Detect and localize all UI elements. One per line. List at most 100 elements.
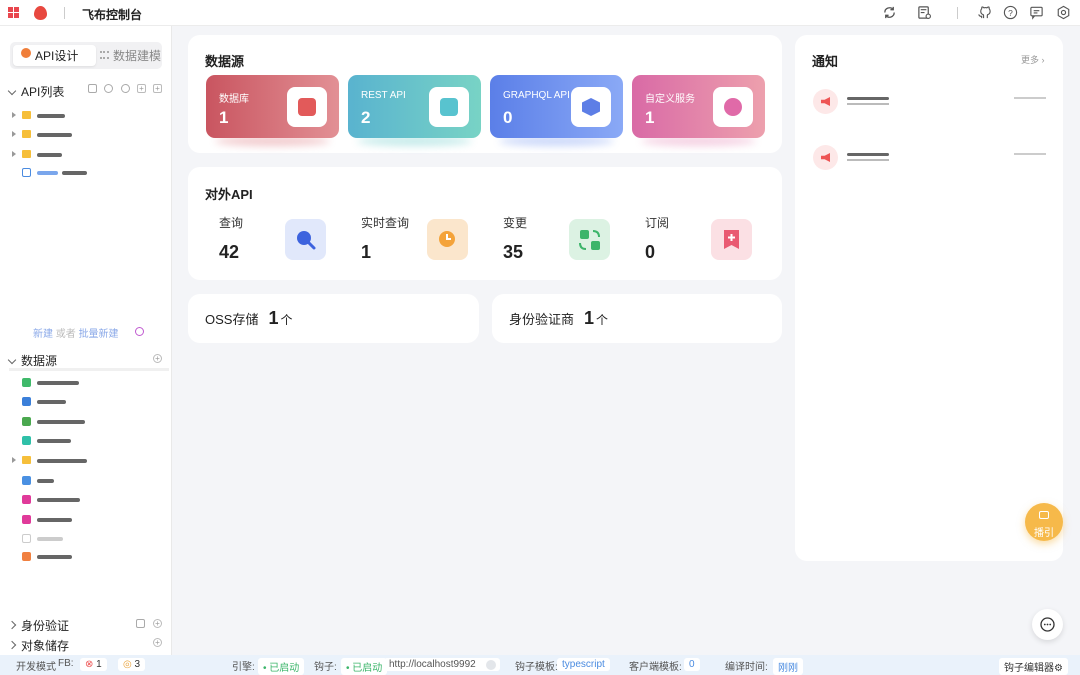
datasource-card-rest[interactable]: REST API 2	[348, 75, 481, 138]
tree-folder[interactable]	[0, 146, 170, 164]
add-file-icon[interactable]: +	[137, 84, 146, 93]
api-stat-label: 订阅	[645, 216, 670, 230]
card-count: 1	[645, 108, 655, 127]
speaker-icon	[813, 145, 838, 170]
api-stat-label: 变更	[503, 216, 528, 230]
add-folder-icon[interactable]: +	[153, 84, 162, 93]
bookmark-plus-icon[interactable]	[711, 219, 752, 260]
hook-label: 钩子:	[314, 662, 337, 673]
refresh-icon[interactable]	[104, 84, 113, 93]
api-stat-count: 35	[503, 242, 524, 262]
api-list-header[interactable]: API列表	[7, 83, 64, 100]
user-icon[interactable]	[136, 619, 145, 628]
notice-item[interactable]	[847, 153, 889, 156]
auth-header[interactable]: 身份验证	[7, 617, 70, 634]
datasource-item[interactable]	[0, 472, 170, 490]
more-link[interactable]: 更多 ›	[1021, 53, 1045, 66]
svg-text:?: ?	[1008, 8, 1013, 18]
card-count: 0	[503, 108, 513, 127]
error-count[interactable]: ⊗ 1	[80, 658, 107, 671]
apps-grid-icon[interactable]	[8, 7, 19, 18]
engine-label: 引擎:	[232, 662, 255, 673]
speaker-icon	[813, 89, 838, 114]
swap-icon[interactable]	[569, 219, 610, 260]
tree-folder[interactable]	[0, 126, 170, 144]
rest-api-icon	[429, 87, 469, 127]
api-design-icon	[21, 48, 31, 58]
graphql-icon	[22, 495, 31, 504]
app-title: 飞布控制台	[82, 8, 143, 22]
chevron-down-icon[interactable]	[486, 660, 496, 670]
layers-icon	[1039, 511, 1049, 519]
oss-label: OSS存储	[205, 312, 259, 327]
warning-count[interactable]: ◎ 3	[118, 658, 146, 671]
identity-panel[interactable]: 身份验证商 1 个	[492, 294, 782, 343]
hook-template-label: 钩子模板:	[515, 662, 558, 673]
client-template-value[interactable]: 0	[684, 658, 700, 671]
oss-panel[interactable]: OSS存储 1 个	[188, 294, 479, 343]
card-label: 自定义服务	[645, 94, 695, 105]
api-stat-label: 查询	[219, 216, 244, 230]
settings-icon[interactable]	[1056, 5, 1071, 20]
datasource-item[interactable]	[0, 548, 170, 566]
tab-data-model[interactable]: 数据建模	[113, 47, 161, 64]
top-bar: 飞布控制台 ?	[0, 0, 1080, 26]
search-icon[interactable]	[285, 219, 326, 260]
dev-mode[interactable]: 开发模式	[16, 658, 56, 673]
add-icon[interactable]: +	[153, 638, 162, 647]
datasource-item[interactable]	[0, 432, 170, 450]
datasource-item[interactable]	[0, 393, 170, 411]
datasource-item[interactable]	[0, 413, 170, 431]
datasource-item[interactable]	[0, 491, 170, 509]
oss-unit: 个	[280, 313, 293, 327]
tree-item[interactable]	[0, 164, 170, 182]
guide-button[interactable]: 播引	[1025, 503, 1063, 541]
datasource-header[interactable]: 数据源	[7, 352, 57, 369]
target-icon[interactable]	[121, 84, 130, 93]
sidebar-tabs: API设计 数据建模	[10, 42, 162, 69]
clock-icon[interactable]	[427, 219, 468, 260]
divider	[957, 7, 958, 19]
tree-folder[interactable]	[0, 107, 170, 125]
notice-item[interactable]	[847, 97, 889, 100]
help-icon[interactable]: ?	[1003, 5, 1018, 20]
datasource-card-graphql[interactable]: GRAPHQL API 0	[490, 75, 623, 138]
chevron-right-icon	[12, 112, 16, 118]
status-bar: 开发模式 FB: ⊗ 1 ◎ 3 引擎: • 已启动 钩子: • 已启动 htt…	[0, 655, 1080, 675]
hook-url[interactable]: http://localhost9992	[384, 658, 500, 671]
chevron-down-icon	[7, 355, 17, 365]
api-file-icon	[22, 168, 31, 177]
datasource-card-custom[interactable]: 自定义服务 1	[632, 75, 765, 138]
document-eye-icon[interactable]	[917, 5, 932, 20]
custom-service-icon	[22, 552, 31, 561]
chat-icon	[1040, 617, 1055, 632]
refresh-icon[interactable]	[882, 5, 897, 20]
chat-button[interactable]	[1032, 609, 1063, 640]
message-icon[interactable]	[1029, 5, 1044, 20]
fb-label: FB:	[58, 658, 74, 669]
hook-editor-button[interactable]: 钩子编辑器⚙	[999, 658, 1068, 675]
divider	[9, 368, 169, 371]
datasource-folder[interactable]	[0, 452, 170, 470]
datasource-item[interactable]	[0, 511, 170, 529]
auth-title: 身份验证	[21, 619, 70, 633]
datasource-card-database[interactable]: 数据库 1	[206, 75, 339, 138]
logo-icon	[34, 6, 47, 20]
add-icon[interactable]: +	[153, 619, 162, 628]
folder-icon	[22, 130, 31, 138]
notice-panel	[795, 35, 1063, 561]
storage-header[interactable]: 对象储存	[7, 637, 69, 654]
api-stat-label: 实时查询	[361, 216, 410, 230]
mongodb-icon	[22, 417, 31, 426]
new-link[interactable]: 新建	[33, 329, 53, 340]
github-icon[interactable]	[977, 5, 992, 20]
divider	[64, 7, 65, 19]
sparkle-icon[interactable]	[135, 327, 144, 336]
filter-icon[interactable]	[88, 84, 97, 93]
add-icon[interactable]: +	[153, 354, 162, 363]
hook-template-value[interactable]: typescript	[557, 658, 610, 671]
api-stat-count: 42	[219, 242, 240, 262]
batch-new-link[interactable]: 批量新建	[79, 329, 119, 340]
datasource-item[interactable]	[0, 530, 170, 548]
datasource-item[interactable]	[0, 374, 170, 392]
